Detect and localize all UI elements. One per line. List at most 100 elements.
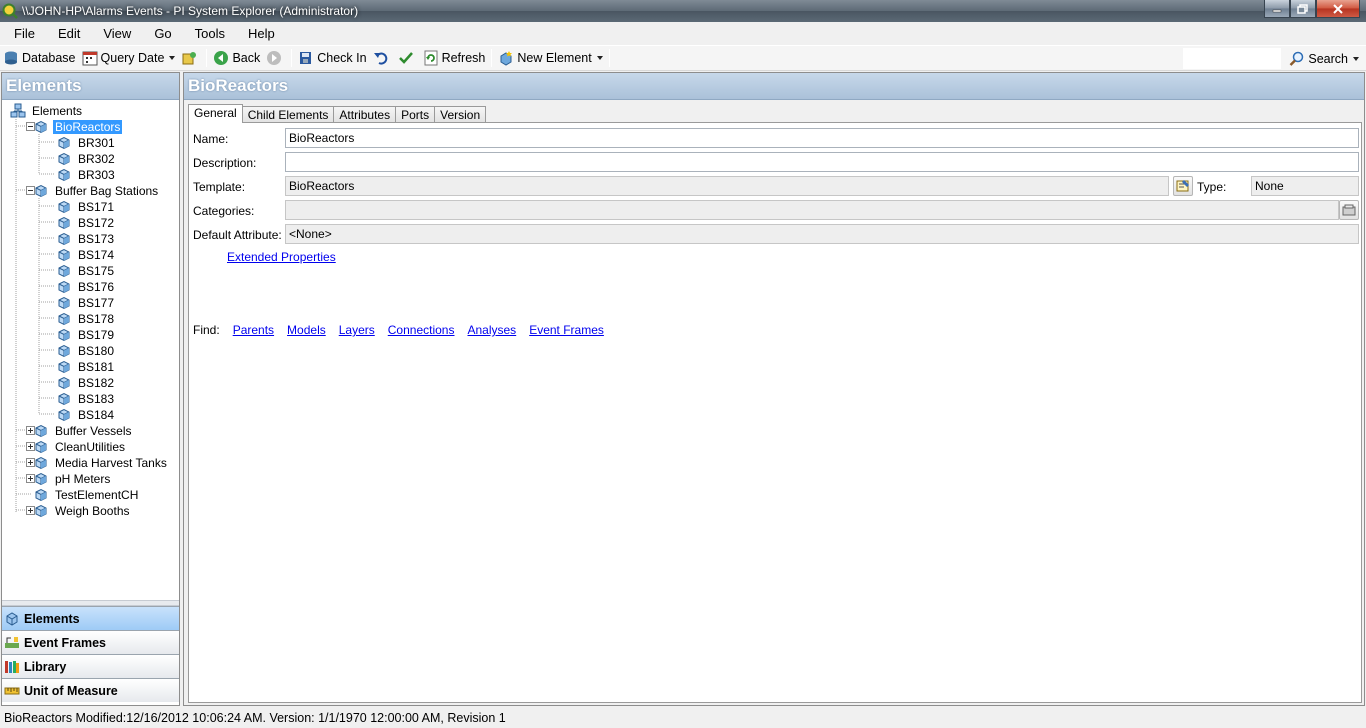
tree-node[interactable]: Weigh Booths <box>26 503 132 519</box>
tree-node[interactable]: BS175 <box>56 263 116 279</box>
tree-node[interactable]: BR303 <box>56 167 117 183</box>
find-models-link[interactable]: Models <box>287 323 326 337</box>
tree-node[interactable]: BR302 <box>56 151 117 167</box>
element-icon <box>35 456 47 470</box>
pi-server-button[interactable] <box>178 47 203 69</box>
find-parents-link[interactable]: Parents <box>233 323 274 337</box>
forward-button[interactable] <box>263 47 288 69</box>
find-event-frames-link[interactable]: Event Frames <box>529 323 604 337</box>
tree-node[interactable]: Buffer Bag Stations <box>26 183 160 199</box>
element-icon <box>58 152 70 166</box>
menu-tools[interactable]: Tools <box>181 22 234 45</box>
extended-properties-link[interactable]: Extended Properties <box>227 250 336 264</box>
element-icon <box>58 280 70 294</box>
search-dropdown-arrow[interactable] <box>1353 57 1359 61</box>
check-in-button[interactable]: Check In <box>295 47 369 69</box>
close-button[interactable] <box>1316 0 1360 18</box>
template-icon <box>1176 180 1189 192</box>
type-field[interactable]: None <box>1251 176 1359 196</box>
new-element-icon <box>500 51 513 66</box>
tree-node[interactable]: BS172 <box>56 215 116 231</box>
name-field[interactable]: BioReactors <box>285 128 1359 148</box>
tree-node[interactable]: BS173 <box>56 231 116 247</box>
default-attribute-field[interactable]: <None> <box>285 224 1359 244</box>
refresh-button[interactable]: Refresh <box>420 47 489 69</box>
tree-node[interactable]: BS177 <box>56 295 116 311</box>
tree-node[interactable]: BS179 <box>56 327 116 343</box>
new-element-label: New Element <box>517 51 592 65</box>
tree-node[interactable]: BS182 <box>56 375 116 391</box>
template-browse-button[interactable] <box>1173 176 1193 196</box>
browser-header: Elements <box>2 73 179 100</box>
query-date-button[interactable]: Query Date <box>79 47 179 69</box>
details-tabs: General Child Elements Attributes Ports … <box>188 104 487 123</box>
back-button[interactable]: Back <box>210 47 263 69</box>
undo-check-out-button[interactable] <box>370 47 395 69</box>
tree-node[interactable]: BS176 <box>56 279 116 295</box>
element-details-panel: BioReactors General Child Elements Attri… <box>183 72 1365 706</box>
tree-node[interactable]: Buffer Vessels <box>26 423 134 439</box>
collapse-icon[interactable] <box>26 186 35 195</box>
tree-node[interactable]: BS183 <box>56 391 116 407</box>
element-icon <box>58 248 70 262</box>
menu-go[interactable]: Go <box>140 22 180 45</box>
description-field[interactable] <box>285 152 1359 172</box>
tree-node[interactable]: Media Harvest Tanks <box>26 455 169 471</box>
search-button[interactable]: Search <box>1286 48 1362 70</box>
expand-icon[interactable] <box>26 458 35 467</box>
tab-ports[interactable]: Ports <box>395 106 436 123</box>
new-element-button[interactable]: New Element <box>495 47 605 69</box>
minimize-button[interactable] <box>1264 0 1290 18</box>
tree-node-label: BS177 <box>78 296 115 310</box>
menu-help[interactable]: Help <box>234 22 284 45</box>
find-connections-link[interactable]: Connections <box>388 323 455 337</box>
tree-node[interactable]: BS171 <box>56 199 116 215</box>
tree-node[interactable]: BS184 <box>56 407 116 423</box>
tree-node[interactable]: TestElementCH <box>33 487 140 503</box>
tree-node[interactable]: CleanUtilities <box>26 439 127 455</box>
new-element-dropdown-arrow[interactable] <box>596 56 603 60</box>
database-label: Database <box>22 51 76 65</box>
maximize-button[interactable] <box>1290 0 1316 18</box>
description-label: Description: <box>193 156 257 170</box>
tab-attributes[interactable]: Attributes <box>333 106 397 123</box>
refresh-label: Refresh <box>441 51 486 65</box>
menu-file[interactable]: File <box>0 22 44 45</box>
expand-icon[interactable] <box>26 426 35 435</box>
query-date-label: Query Date <box>100 51 165 65</box>
database-button[interactable]: Database <box>0 47 79 69</box>
search-input[interactable] <box>1182 47 1282 70</box>
expand-icon[interactable] <box>26 474 35 483</box>
find-layers-link[interactable]: Layers <box>339 323 375 337</box>
refresh-icon <box>424 50 438 66</box>
nav-unit-of-measure[interactable]: Unit of Measure <box>2 678 179 702</box>
tree-node[interactable]: BS180 <box>56 343 116 359</box>
expand-icon[interactable] <box>26 506 35 515</box>
tree-node[interactable]: BioReactors <box>26 119 123 135</box>
categories-field[interactable] <box>285 200 1339 220</box>
tab-child-elements[interactable]: Child Elements <box>241 106 335 123</box>
collapse-icon[interactable] <box>26 122 35 131</box>
categories-browse-button[interactable] <box>1339 200 1359 220</box>
menu-view[interactable]: View <box>89 22 140 45</box>
tree-node[interactable]: BS181 <box>56 359 116 375</box>
menu-edit[interactable]: Edit <box>44 22 89 45</box>
expand-icon[interactable] <box>26 442 35 451</box>
tab-general[interactable]: General <box>188 104 243 123</box>
event-frames-icon <box>5 636 19 648</box>
tree-node[interactable]: BR301 <box>56 135 117 151</box>
server-icon <box>182 52 197 65</box>
nav-elements[interactable]: Elements <box>2 606 179 630</box>
tree-node[interactable]: pH Meters <box>26 471 112 487</box>
tree-node[interactable]: BS174 <box>56 247 116 263</box>
tree-root-node[interactable]: Elements <box>10 103 84 119</box>
query-date-dropdown-arrow[interactable] <box>169 56 176 60</box>
details-header: BioReactors <box>184 73 1364 100</box>
tree-node[interactable]: BS178 <box>56 311 116 327</box>
template-field[interactable]: BioReactors <box>285 176 1169 196</box>
tab-version[interactable]: Version <box>434 106 487 123</box>
nav-library[interactable]: Library <box>2 654 179 678</box>
find-analyses-link[interactable]: Analyses <box>467 323 516 337</box>
nav-event-frames[interactable]: Event Frames <box>2 630 179 654</box>
check-button[interactable] <box>395 47 420 69</box>
